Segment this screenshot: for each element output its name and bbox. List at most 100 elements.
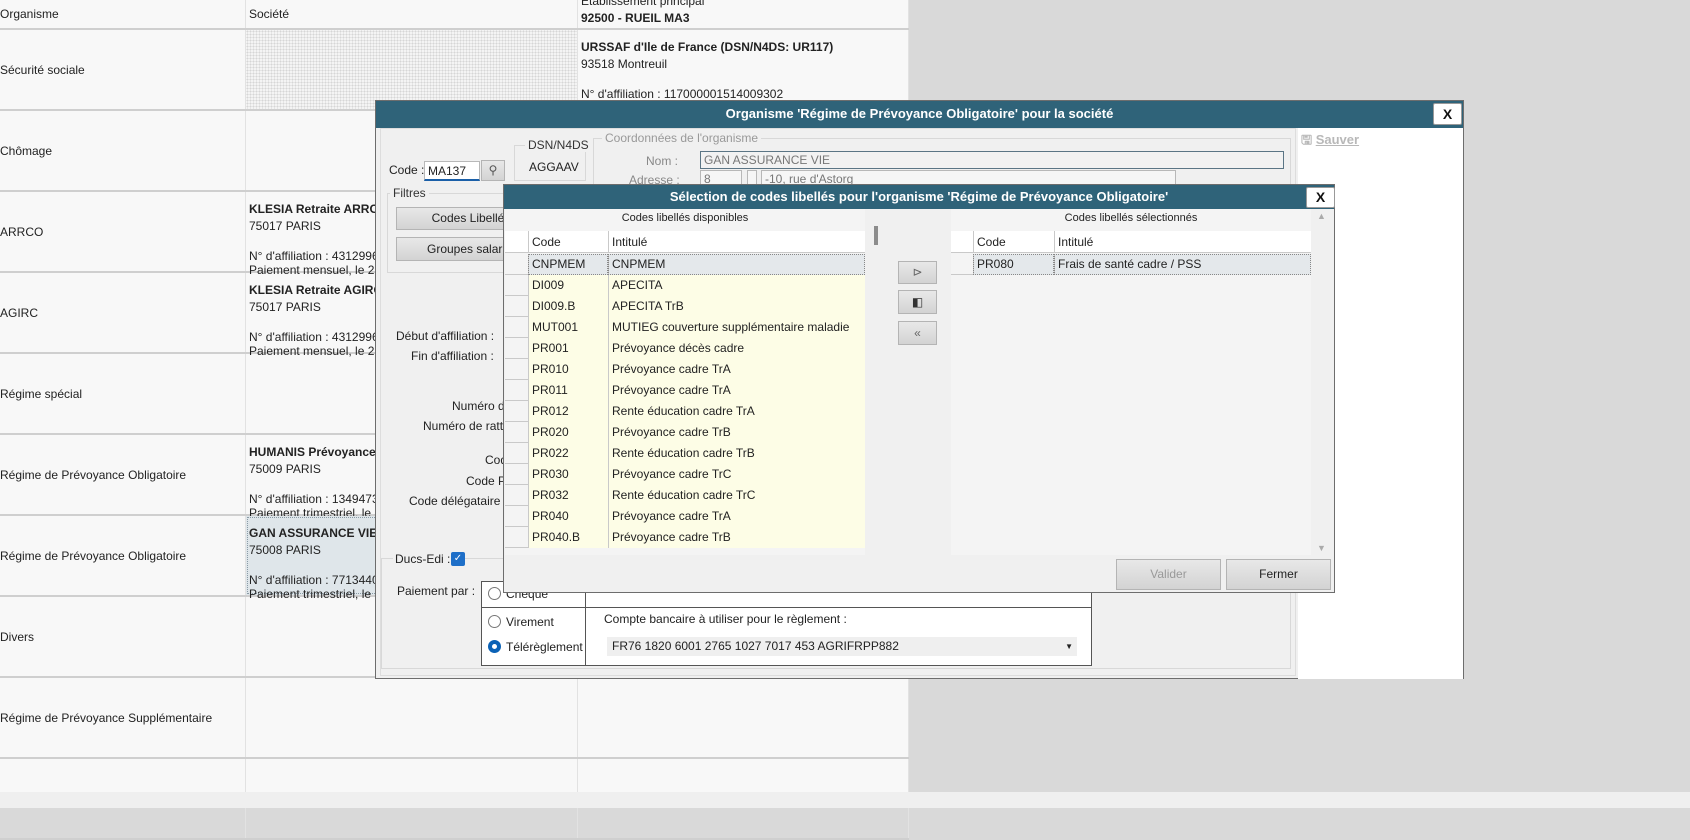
list-item[interactable]: PR032 Rente éducation cadre TrC (505, 485, 865, 506)
organisme-label: Régime de Prévoyance Supplémentaire (0, 710, 213, 725)
play-circle-icon: ⊳ (912, 265, 923, 279)
item-intitule: Prévoyance cadre TrC (608, 464, 865, 485)
list-item[interactable]: PR010 Prévoyance cadre TrA (505, 359, 865, 380)
item-code: PR020 (528, 422, 608, 443)
list-item[interactable]: CNPMEM CNPMEM (505, 254, 865, 275)
compte-value: FR76 1820 6001 2765 1027 7017 453 AGRIFR… (612, 639, 899, 653)
nom-field[interactable]: GAN ASSURANCE VIE (700, 151, 1284, 169)
ducs-edi-checkbox[interactable]: ✓ (451, 552, 465, 566)
etab-cell[interactable]: URSSAF d'Ile de France (DSN/N4DS: UR117)… (578, 30, 909, 115)
scrollbar-thumb[interactable] (874, 226, 878, 245)
debut-affiliation-label: Début d'affiliation : (396, 329, 495, 343)
selection-dialog-title: Sélection de codes libellés pour l'organ… (504, 185, 1334, 209)
fermer-button[interactable]: Fermer (1226, 559, 1331, 590)
list-item[interactable]: DI009.B APECITA TrB (505, 296, 865, 317)
paiement-par-label: Paiement par : (397, 584, 476, 598)
close-button[interactable]: X (1433, 103, 1462, 125)
etab-cell[interactable] (578, 678, 909, 757)
chevron-down-icon: ▼ (1065, 642, 1073, 651)
fin-affiliation-label: Fin d'affiliation : (411, 349, 494, 363)
item-code: DI009 (528, 275, 608, 296)
item-intitule: Rente éducation cadre TrC (608, 485, 865, 506)
list-item[interactable]: PR080 Frais de santé cadre / PSS (951, 254, 1311, 275)
etab-affiliation: N° d'affiliation : 117000001514009302 (581, 87, 784, 101)
dsn-value: AGGAAV (529, 160, 579, 174)
remove-all-button[interactable]: « (898, 321, 937, 345)
sel-col-intitule[interactable]: Intitulé (1054, 231, 1311, 253)
societe-name: GAN ASSURANCE VIE ( (249, 526, 385, 540)
item-code: PR022 (528, 443, 608, 464)
list-item[interactable]: PR040 Prévoyance cadre TrA (505, 506, 865, 527)
organisme-label: Régime de Prévoyance Obligatoire (0, 467, 187, 482)
table-row[interactable]: Sécurité sociale URSSAF d'Ile de France … (0, 30, 909, 115)
item-intitule: Frais de santé cadre / PSS (1054, 254, 1311, 275)
search-icon: ⚲ (488, 163, 498, 177)
list-item[interactable]: PR040.B Prévoyance cadre TrB (505, 527, 865, 548)
selection-close-button[interactable]: X (1306, 187, 1335, 208)
list-item[interactable]: PR022 Rente éducation cadre TrB (505, 443, 865, 464)
organisme-label: AGIRC (0, 305, 39, 320)
etab-city: 93518 Montreuil (581, 57, 668, 71)
societe-city: 75009 PARIS (249, 462, 321, 476)
available-title: Codes libellés disponibles (621, 212, 749, 224)
status-strip (0, 792, 1690, 808)
table-row[interactable]: Régime de Prévoyance Supplémentaire (0, 678, 909, 759)
available-list: Codes libellés disponibles Code Intitulé… (505, 209, 865, 555)
sel-col-code[interactable]: Code (973, 231, 1054, 253)
item-code: PR032 (528, 485, 608, 506)
item-intitule: Prévoyance cadre TrA (608, 380, 865, 401)
societe-name: HUMANIS Prévoyance (249, 445, 376, 459)
table-header: Organisme Société Etablissement principa… (0, 0, 909, 30)
societe-cell[interactable] (246, 30, 578, 109)
telereglement-label: Télérèglement (506, 640, 583, 654)
societe-affiliation: N° d'affiliation : 43129968 (249, 330, 386, 344)
list-item[interactable]: DI009 APECITA (505, 275, 865, 296)
numero-rattachement-label: Numéro de ratta (423, 419, 510, 433)
add-button[interactable]: ⊳ (898, 261, 937, 284)
selected-title: Codes libellés sélectionnés (1064, 212, 1198, 224)
col-intitule[interactable]: Intitulé (608, 231, 865, 253)
code-delegataire-label: Code délégataire de (409, 494, 518, 508)
item-code: PR080 (973, 254, 1054, 275)
societe-name: KLESIA Retraite AGIRC (249, 283, 383, 297)
telereglement-radio[interactable] (488, 640, 501, 653)
code-input[interactable]: MA137 (424, 161, 480, 181)
list-item[interactable]: PR030 Prévoyance cadre TrC (505, 464, 865, 485)
save-button[interactable]: 🖫 Sauver (1301, 131, 1359, 153)
item-intitule: Prévoyance cadre TrB (608, 527, 865, 548)
list-item[interactable]: MUT001 MUTIEG couverture supplémentaire … (505, 317, 865, 338)
organisme-label: Régime spécial (0, 386, 83, 401)
scroll-down-icon[interactable]: ▼ (1317, 543, 1326, 553)
organisme-label: Sécurité sociale (0, 62, 85, 77)
col-code[interactable]: Code (528, 231, 608, 253)
valider-button[interactable]: Valider (1116, 559, 1221, 590)
virement-label: Virement (506, 615, 554, 629)
organisme-label: Régime de Prévoyance Obligatoire (0, 548, 187, 563)
step-back-icon: ◧ (911, 295, 924, 309)
header-etab: Etablissement principal (581, 0, 705, 8)
list-item[interactable]: PR020 Prévoyance cadre TrB (505, 422, 865, 443)
selected-header: Code Intitulé (951, 231, 1311, 253)
virement-radio[interactable] (488, 615, 501, 628)
item-intitule: MUTIEG couverture supplémentaire maladie (608, 317, 865, 338)
compte-select[interactable]: FR76 1820 6001 2765 1027 7017 453 AGRIFR… (607, 637, 1077, 656)
selection-dialog: Sélection de codes libellés pour l'organ… (503, 184, 1335, 593)
item-intitule: Prévoyance cadre TrB (608, 422, 865, 443)
item-intitule: Rente éducation cadre TrA (608, 401, 865, 422)
societe-affiliation: N° d'affiliation : 13494738 (249, 492, 386, 506)
societe-city: 75017 PARIS (249, 219, 321, 233)
list-item[interactable]: PR012 Rente éducation cadre TrA (505, 401, 865, 422)
nom-label: Nom : (646, 154, 679, 168)
item-code: PR012 (528, 401, 608, 422)
list-item[interactable]: PR011 Prévoyance cadre TrA (505, 380, 865, 401)
dialog-title: Organisme 'Régime de Prévoyance Obligato… (376, 101, 1463, 128)
organisme-label: Divers (0, 629, 35, 644)
societe-cell[interactable] (246, 678, 578, 757)
search-button[interactable]: ⚲ (481, 160, 505, 181)
societe-affiliation: N° d'affiliation : 43129968 (249, 249, 386, 263)
list-item[interactable]: PR001 Prévoyance décès cadre (505, 338, 865, 359)
cheque-radio[interactable] (488, 587, 501, 600)
scroll-up-icon[interactable]: ▲ (1317, 211, 1326, 221)
remove-button[interactable]: ◧ (898, 290, 937, 314)
item-intitule: Rente éducation cadre TrB (608, 443, 865, 464)
